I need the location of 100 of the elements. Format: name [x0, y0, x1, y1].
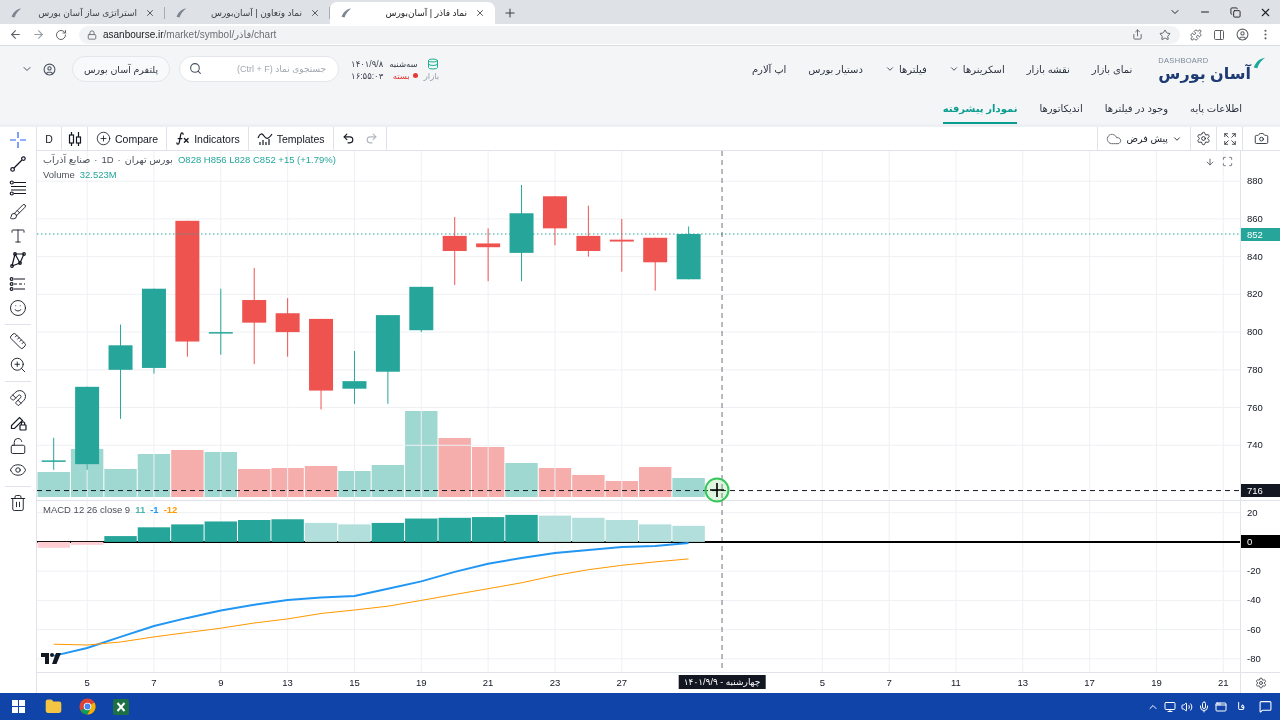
- candle: [208, 288, 233, 356]
- interval-button[interactable]: D: [41, 128, 57, 149]
- price-label: 716: [1241, 484, 1280, 498]
- nav-link[interactable]: اپ آلارم: [751, 63, 787, 75]
- maximize-pane-button[interactable]: [1220, 154, 1235, 169]
- plus-icon: [503, 6, 517, 20]
- monitor-icon: [1163, 700, 1176, 713]
- browser-tab[interactable]: نماد وتعاون | آسان‌بورس: [165, 2, 330, 24]
- platform-button[interactable]: پلتفرم آسان بورس: [72, 56, 171, 82]
- histogram-bar: [371, 522, 405, 542]
- reload-icon: [55, 28, 67, 41]
- nav-link[interactable]: نمای بازار: [1091, 63, 1133, 75]
- dotted-lines-icon: [9, 275, 27, 293]
- date-tick-label: 13: [282, 677, 293, 688]
- chevron-down-icon: [884, 64, 895, 74]
- browser-logo-icon: [78, 698, 96, 715]
- candle: [542, 195, 567, 246]
- language-indicator[interactable]: فا: [1237, 701, 1245, 712]
- browser-tab[interactable]: نماد فاذر | آسان‌بورس: [330, 2, 495, 24]
- redo-icon: [364, 132, 378, 145]
- page-tab[interactable]: اندیکاتورها: [1039, 92, 1083, 124]
- date-tick-label: 7: [886, 677, 892, 688]
- date-tick-label: 21: [482, 677, 494, 688]
- candle: [442, 216, 467, 286]
- nav-link[interactable]: نقشه بازار: [1026, 63, 1070, 75]
- price-tick-label: 840: [1247, 250, 1263, 263]
- zoom-in-icon: [9, 356, 27, 374]
- share-icon: [1131, 29, 1143, 40]
- microphone-icon: [1197, 700, 1210, 713]
- price-tick-label: 760: [1247, 401, 1263, 414]
- date-tick-label: 19: [416, 677, 427, 688]
- swoosh-logo-icon: [340, 7, 352, 19]
- message-icon: [1259, 700, 1272, 713]
- open-padlock-icon: [9, 437, 27, 455]
- plus-circle-icon: [96, 131, 111, 146]
- price-tick-label: 860: [1247, 212, 1263, 225]
- cursor-highlight-icon: [704, 477, 730, 503]
- histogram-bar: [338, 524, 371, 542]
- page-tab[interactable]: وجود در فیلترها: [1104, 92, 1169, 124]
- browser-tab[interactable]: استراتژی ساز آسان بورس: [0, 2, 165, 24]
- padlock-icon: [87, 29, 97, 40]
- indicator-title: MACD 12 26 close 9: [43, 504, 131, 515]
- nav-link[interactable]: اسکرینرها: [948, 63, 1005, 75]
- price-tick-label: 800: [1247, 326, 1263, 339]
- nav-link[interactable]: دستیار بورس: [808, 63, 863, 75]
- candle: [609, 218, 634, 273]
- candle: [676, 225, 701, 280]
- ohlc-values: O828 H856 L828 C852 +15 (+1.79%): [178, 154, 336, 165]
- page-tab[interactable]: اطلاعات پایه: [1190, 92, 1242, 124]
- star-icon: [1159, 28, 1171, 41]
- candle: [476, 227, 501, 282]
- candle: [275, 297, 300, 358]
- date-text: ۱۴۰۱/۹/۸: [351, 58, 384, 69]
- close-icon: [145, 8, 155, 18]
- price-label: 852: [1241, 227, 1280, 241]
- toolbar-button[interactable]: Indicators: [171, 128, 244, 149]
- candle: [576, 205, 601, 258]
- layout-button[interactable]: پیش فرض: [1102, 128, 1186, 149]
- histogram-bar: [204, 521, 237, 542]
- eye-icon: [9, 461, 27, 479]
- function-icon: [175, 131, 191, 146]
- swoosh-logo-icon: [175, 7, 187, 19]
- close-icon: [475, 8, 485, 18]
- zigzag-pattern-icon: [9, 251, 27, 269]
- candle: [342, 350, 367, 405]
- price-tick-label: 780: [1247, 363, 1263, 376]
- trend-line-icon: [9, 155, 27, 173]
- histogram-bar: [639, 524, 672, 542]
- date-tick-label: 27: [616, 677, 628, 688]
- search-field[interactable]: جستجوی نماد (Ctrl + F): [179, 56, 340, 82]
- toolbar-button[interactable]: Compare: [92, 128, 163, 149]
- candle: [409, 286, 434, 333]
- date-tick-label: 5: [84, 677, 90, 688]
- date-tick-label: 9: [218, 677, 224, 688]
- date-tick-label: 19: [1151, 677, 1162, 688]
- date-tick-label: 21: [1218, 677, 1229, 688]
- logo-text: آسان بورس: [1158, 64, 1251, 83]
- toolbar-button[interactable]: Templates: [252, 128, 329, 149]
- indicator-value: 11: [135, 504, 146, 515]
- date-tick-label: 7: [151, 677, 157, 688]
- tab-title: نماد وتعاون | آسان‌بورس: [209, 8, 302, 18]
- histogram-bar: [672, 525, 705, 542]
- magnet-icon: [9, 389, 27, 407]
- undo-icon: [341, 132, 355, 145]
- speaker-icon: [1180, 700, 1193, 713]
- frame-corners-icon: [1222, 156, 1233, 167]
- histogram-bar: [438, 517, 471, 542]
- histogram-bar: [505, 514, 538, 542]
- nav-link[interactable]: فیلترها: [884, 63, 927, 75]
- axis-settings-button[interactable]: [1253, 675, 1268, 691]
- swoosh-logo-icon: [10, 7, 22, 19]
- tab-title: استراتژی ساز آسان بورس: [37, 8, 137, 18]
- date-tick-label: 17: [1084, 677, 1095, 688]
- indicator-value: -1: [150, 504, 159, 515]
- back-arrow-icon: [8, 28, 22, 41]
- database-icon: [427, 57, 440, 70]
- settings-icon: [1196, 131, 1211, 146]
- brush-icon: [9, 203, 27, 221]
- window-icon: [1214, 700, 1227, 713]
- spreadsheet-app-icon: [113, 698, 129, 715]
